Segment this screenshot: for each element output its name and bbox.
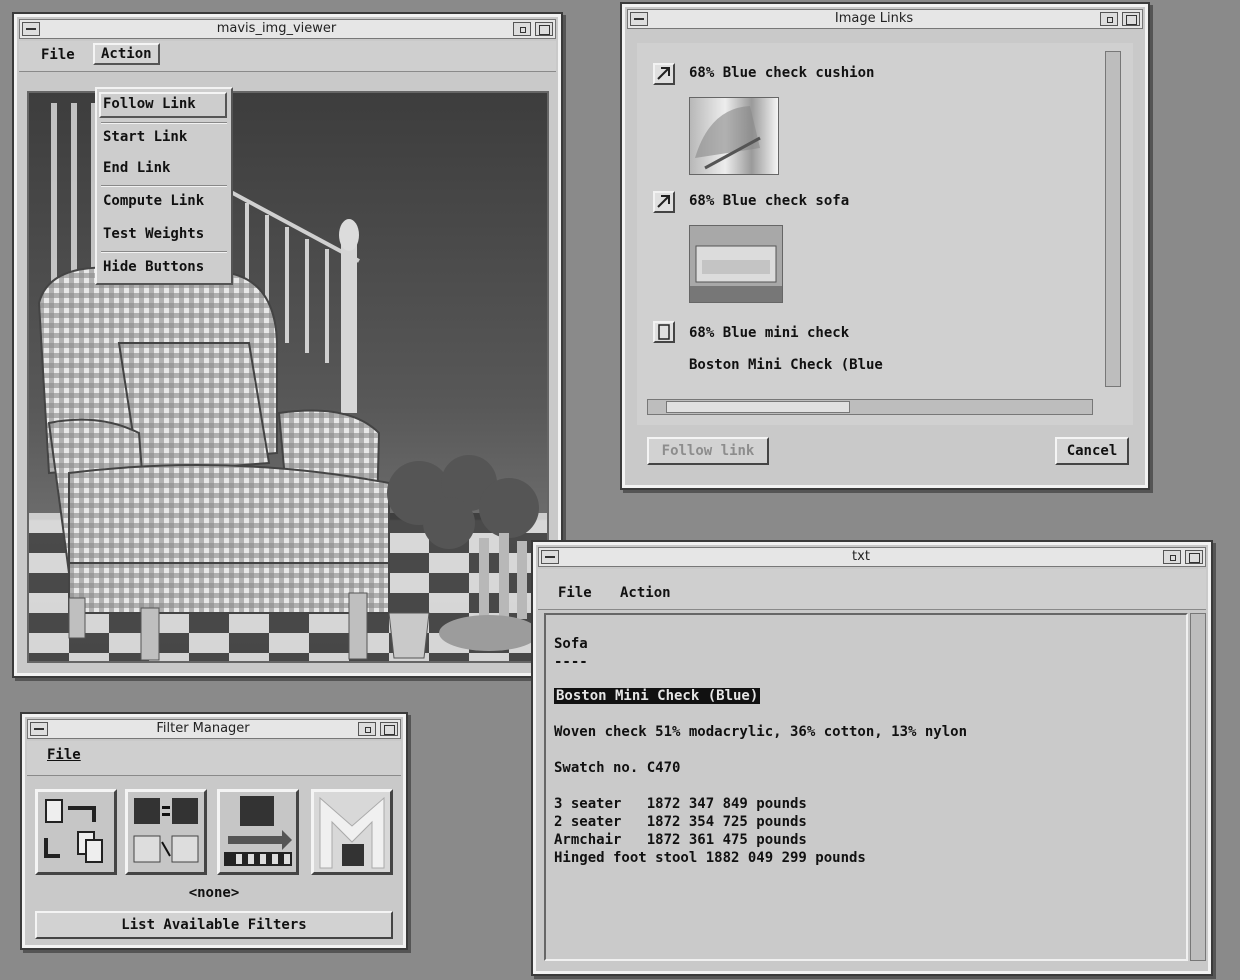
filter-cycle-icon: [44, 799, 103, 863]
minimize-button[interactable]: [1100, 12, 1118, 26]
menu-item-compute-link[interactable]: Compute Link: [103, 193, 204, 209]
menu-item-start-link[interactable]: Start Link: [103, 129, 187, 145]
viewer-menubar: File Action: [19, 41, 556, 72]
window-menu-button[interactable]: [630, 12, 648, 26]
list-filters-button[interactable]: List Available Filters: [35, 911, 393, 939]
txt-vertical-scrollbar[interactable]: [1190, 613, 1206, 961]
menu-action[interactable]: Action: [93, 43, 160, 65]
txt-title: txt: [852, 549, 870, 564]
filter-title: Filter Manager: [156, 721, 250, 736]
action-dropdown-menu: Follow Link Start Link End Link Compute …: [95, 87, 233, 285]
filter-sequence-tool-button[interactable]: [217, 789, 299, 875]
menu-item-end-link[interactable]: End Link: [103, 160, 170, 176]
minimize-button[interactable]: [513, 22, 531, 36]
links-list: 68% Blue check cushion 68% Blue check so…: [637, 43, 1133, 425]
image-viewer-window: mavis_img_viewer File Action Follow Link…: [14, 14, 561, 676]
txt-menubar: File Action: [538, 569, 1206, 610]
menu-item-hide-buttons[interactable]: Hide Buttons: [103, 259, 204, 275]
maximize-button[interactable]: [380, 722, 398, 736]
viewer-titlebar[interactable]: mavis_img_viewer: [19, 19, 556, 39]
menu-file[interactable]: File: [47, 747, 81, 763]
txt-price-line: 2 seater 1872 354 725 pounds: [554, 814, 807, 830]
menu-item-test-weights[interactable]: Test Weights: [103, 226, 204, 242]
txt-price-line: Armchair 1872 361 475 pounds: [554, 832, 807, 848]
text-window: txt File Action Sofa ---- Boston Mini Ch…: [533, 542, 1211, 974]
txt-titlebar[interactable]: txt: [538, 547, 1206, 567]
menu-file[interactable]: File: [41, 47, 75, 63]
window-menu-button[interactable]: [22, 22, 40, 36]
filter-apply-tool-button[interactable]: [35, 789, 117, 875]
txt-price-line: Hinged foot stool 1882 049 299 pounds: [554, 850, 866, 866]
filter-compare-icon: [133, 798, 199, 863]
link-item-mini-check-detail: Boston Mini Check (Blue: [689, 357, 883, 373]
filter-status: <none>: [188, 885, 240, 901]
links-titlebar[interactable]: Image Links: [627, 9, 1143, 29]
window-menu-button[interactable]: [541, 550, 559, 564]
txt-swatch: Swatch no. C470: [554, 760, 681, 776]
minimize-button[interactable]: [1163, 550, 1181, 564]
txt-fabric: Woven check 51% modacrylic, 36% cotton, …: [554, 724, 968, 740]
window-menu-button[interactable]: [30, 722, 48, 736]
filter-m-tool-button[interactable]: [311, 789, 393, 875]
text-content-area[interactable]: Sofa ---- Boston Mini Check (Blue) Woven…: [544, 613, 1188, 961]
filter-manager-window: Filter Manager File <none> List Availabl…: [22, 714, 406, 948]
minimize-button[interactable]: [358, 722, 376, 736]
image-links-window: Image Links 68% Blue check cushion 68% B…: [622, 4, 1148, 488]
links-horizontal-scrollbar[interactable]: [647, 399, 1093, 415]
sofa-thumbnail[interactable]: [689, 225, 783, 303]
follow-link-button[interactable]: Follow link: [647, 437, 769, 465]
filter-compare-tool-button[interactable]: [125, 789, 207, 875]
cancel-button[interactable]: Cancel: [1055, 437, 1129, 465]
maximize-button[interactable]: [535, 22, 553, 36]
menu-separator: [101, 185, 227, 187]
txt-selected-text[interactable]: Boston Mini Check (Blue): [554, 688, 761, 704]
link-item-cushion[interactable]: 68% Blue check cushion: [689, 65, 874, 81]
txt-underline: ----: [554, 654, 588, 670]
menu-separator: [101, 122, 227, 124]
viewer-title: mavis_img_viewer: [216, 21, 337, 36]
links-title: Image Links: [834, 11, 914, 26]
menu-item-follow-link[interactable]: Follow Link: [103, 96, 196, 112]
links-vertical-scrollbar[interactable]: [1105, 51, 1121, 387]
scrollbar-thumb[interactable]: [666, 401, 850, 413]
cushion-thumbnail[interactable]: [689, 97, 779, 175]
filter-sequence-icon: [224, 796, 292, 866]
link-item-mini-check[interactable]: 68% Blue mini check: [689, 325, 849, 341]
maximize-button[interactable]: [1185, 550, 1203, 564]
menu-separator: [101, 251, 227, 253]
maximize-button[interactable]: [1122, 12, 1140, 26]
filter-m-icon: [319, 796, 385, 869]
image-link-icon[interactable]: [653, 191, 675, 213]
filter-titlebar[interactable]: Filter Manager: [27, 719, 401, 739]
txt-price-line: 3 seater 1872 347 849 pounds: [554, 796, 807, 812]
txt-heading: Sofa: [554, 636, 588, 652]
image-link-icon[interactable]: [653, 63, 675, 85]
link-item-sofa[interactable]: 68% Blue check sofa: [689, 193, 849, 209]
text-link-icon[interactable]: [653, 321, 675, 343]
menu-file[interactable]: File: [558, 585, 592, 601]
filter-menubar: File: [27, 741, 401, 776]
menu-action[interactable]: Action: [620, 585, 671, 601]
